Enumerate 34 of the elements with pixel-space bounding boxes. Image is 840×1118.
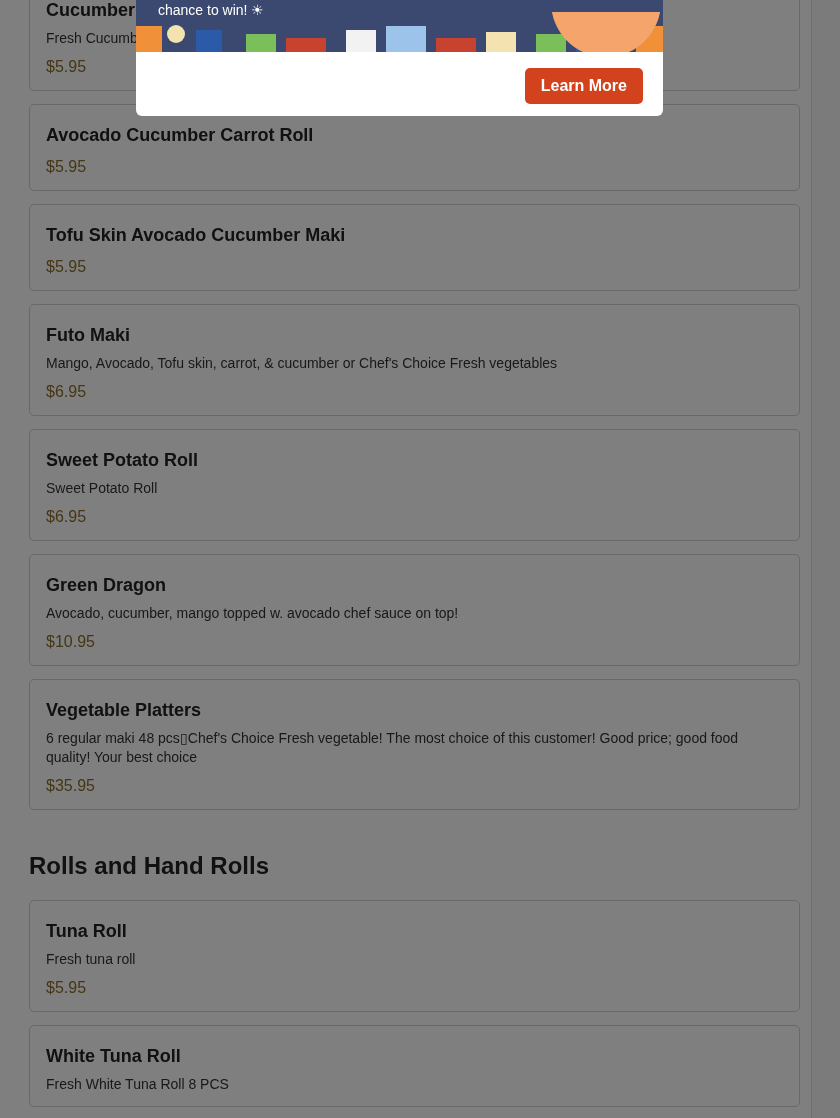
menu-item-card[interactable]: Tofu Skin Avocado Cucumber Maki $5.95	[29, 204, 800, 291]
menu-item-card[interactable]: Vegetable Platters 6 regular maki 48 pcs▯Chef's Choice Fresh vegetable! The most choice of this customer! Good price; good food quality! Your best choice $35.95	[29, 679, 800, 810]
item-name: Cucumber	[46, 0, 135, 22]
item-price: $35.95	[46, 776, 95, 796]
item-name: Sweet Potato Roll	[46, 449, 198, 472]
item-price: $6.95	[46, 382, 87, 402]
item-price: $5.95	[46, 978, 87, 998]
item-name: Tuna Roll	[46, 920, 127, 943]
item-description: Mango, Avocado, Tofu skin, carrot, & cucumber or Chef's Choice Fresh vegetables	[46, 354, 558, 373]
item-price: $5.95	[46, 157, 87, 177]
section-heading: Rolls and Hand Rolls	[29, 851, 271, 881]
item-price: $6.95	[46, 507, 87, 527]
item-name: White Tuna Roll	[46, 1045, 181, 1068]
banner-text: chance to win! ☀	[158, 2, 265, 18]
menu-item-card[interactable]: White Tuna Roll Fresh White Tuna Roll 8 PCS	[29, 1025, 800, 1107]
item-name: Futo Maki	[46, 324, 130, 347]
item-description: Fresh Cucumb	[46, 29, 138, 48]
item-price: $10.95	[46, 632, 95, 652]
item-name: Avocado Cucumber Carrot Roll	[46, 124, 314, 147]
item-name: Tofu Skin Avocado Cucumber Maki	[46, 224, 346, 247]
menu-item-card[interactable]: Sweet Potato Roll Sweet Potato Roll $6.95	[29, 429, 800, 541]
item-price: $5.95	[46, 57, 87, 77]
item-description: Fresh White Tuna Roll 8 PCS	[46, 1075, 229, 1094]
menu-item-card[interactable]: Green Dragon Avocado, cucumber, mango topped w. avocado chef sauce on top! $10.95	[29, 554, 800, 666]
menu-item-card[interactable]: Tuna Roll Fresh tuna roll $5.95	[29, 900, 800, 1012]
item-price: $5.95	[46, 257, 87, 277]
item-description: Avocado, cucumber, mango topped w. avocado chef sauce on top!	[46, 604, 459, 623]
item-name: Green Dragon	[46, 574, 167, 597]
learn-more-button[interactable]: Learn More	[524, 68, 643, 104]
item-description: Sweet Potato Roll	[46, 479, 158, 498]
item-name: Vegetable Platters	[46, 699, 202, 722]
menu-item-card[interactable]: Futo Maki Mango, Avocado, Tofu skin, carrot, & cucumber or Chef's Choice Fresh vegetables $6.95	[29, 304, 800, 416]
item-description: 6 regular maki 48 pcs▯Chef's Choice Fresh vegetable! The most choice of this customer! Good price; good food quality! Your best choice	[46, 729, 740, 767]
item-description: Fresh tuna roll	[46, 950, 136, 969]
